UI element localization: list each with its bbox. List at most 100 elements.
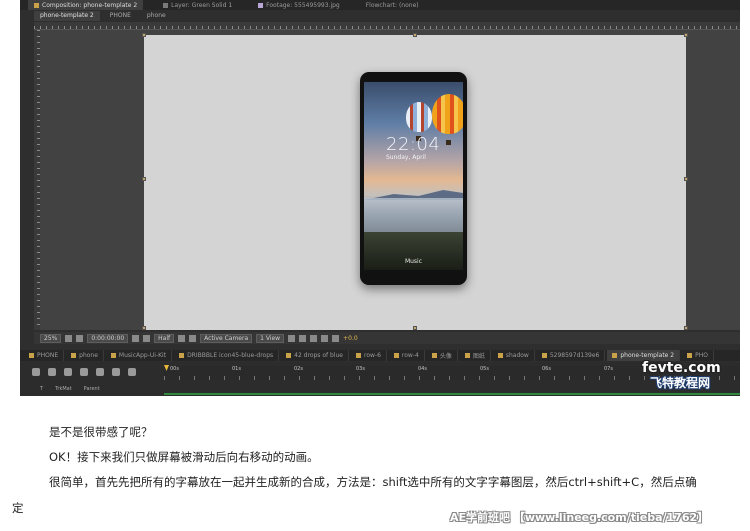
site-watermark: AE学前班吧 【www.lineeg.com/tieba/1762】	[450, 511, 709, 524]
search-icon[interactable]	[32, 368, 40, 376]
lock-screen-music-label: Music	[404, 258, 423, 265]
balloon-basket	[446, 140, 451, 145]
composition-icon	[687, 353, 693, 358]
view-layout-dropdown[interactable]: 1 View	[256, 333, 285, 343]
shy-layers-icon[interactable]	[80, 368, 88, 376]
toggle-pixel-aspect-icon[interactable]	[288, 334, 296, 342]
transform-handle[interactable]	[684, 33, 688, 37]
composition-icon	[356, 353, 361, 358]
transform-handle[interactable]	[142, 177, 146, 181]
zoom-dropdown[interactable]: 25%	[40, 333, 62, 343]
safe-margins-icon[interactable]	[65, 334, 73, 342]
camera-dropdown[interactable]: Active Camera	[200, 333, 253, 343]
lock-screen-time: 22:04	[386, 134, 441, 155]
composition-icon	[497, 353, 503, 358]
layer-panel-tab[interactable]: Layer: Green Solid 1	[157, 0, 238, 10]
timeline-tab[interactable]: shadow	[493, 350, 535, 361]
comp-tab-phone-template-2[interactable]: phone-template 2	[34, 11, 100, 21]
column-parent: Parent	[83, 386, 100, 392]
time-tick: 06s	[542, 366, 551, 372]
transparency-grid-icon[interactable]	[189, 334, 197, 342]
camera-snapshot-icon[interactable]	[132, 334, 140, 342]
draft-3d-icon[interactable]	[64, 368, 72, 376]
timecode-field[interactable]: 0:00:00:00	[87, 333, 129, 343]
timeline-tab[interactable]: PHONE	[24, 350, 65, 361]
phone-mockup: 22:04 Sunday, April Music	[360, 72, 467, 285]
composition-icon	[286, 353, 292, 358]
watermark-site-name: 飞特教程网	[650, 376, 711, 390]
time-tick: 04s	[418, 366, 427, 372]
composition-viewer[interactable]: 22:04 Sunday, April Music	[40, 30, 740, 330]
footage-panel-tab[interactable]: Footage: 555495993.jpg	[252, 0, 346, 10]
comp-tab-phone-caps[interactable]: PHONE	[104, 11, 137, 21]
timeline-icon[interactable]	[310, 334, 318, 342]
time-tick: 07s	[604, 366, 613, 372]
timeline-tools	[32, 368, 136, 376]
resolution-dropdown[interactable]: Half	[154, 333, 175, 343]
article-paragraph: 很简单，首先先把所有的字幕放在一起并生成新的合成，方法是：shift选中所有的文…	[49, 475, 697, 489]
article-paragraph: 定	[12, 501, 24, 515]
composition-icon	[612, 353, 618, 358]
balloon-big	[432, 94, 463, 134]
article-paragraph: OK！接下来我们只做屏幕被滑动后向右移动的动画。	[49, 450, 319, 464]
motion-blur-icon[interactable]	[112, 368, 120, 376]
composition-canvas[interactable]: 22:04 Sunday, April Music	[142, 33, 688, 330]
graph-editor-icon[interactable]	[128, 368, 136, 376]
footage-icon	[258, 2, 264, 8]
transform-handle[interactable]	[413, 33, 417, 37]
exposure-value[interactable]: +0.0	[343, 335, 358, 342]
composition-icon	[179, 353, 185, 358]
timeline-tab[interactable]: 图纸	[460, 350, 491, 361]
timeline-tab-bar: PHONE phone MusicApp-Ui-Kit DRIBBBLE ico…	[20, 350, 740, 361]
lock-screen-date: Sunday, April	[386, 154, 426, 161]
lock-icon	[34, 2, 39, 8]
transform-handle[interactable]	[142, 326, 146, 330]
panel-tab-bar: Composition: phone-template 2 Layer: Gre…	[20, 0, 740, 10]
transform-handle[interactable]	[684, 326, 688, 330]
time-tick: 00s	[170, 366, 179, 372]
time-tick: 02s	[294, 366, 303, 372]
transform-handle[interactable]	[684, 177, 688, 181]
horizontal-ruler	[34, 22, 740, 30]
composition-icon	[393, 353, 399, 358]
color-channel-icon[interactable]	[143, 334, 151, 342]
work-area-bar[interactable]	[164, 393, 740, 395]
time-tick: 01s	[232, 366, 241, 372]
column-t: T	[40, 386, 44, 392]
fast-previews-icon[interactable]	[299, 334, 307, 342]
composition-icon	[29, 353, 34, 358]
timeline-tab[interactable]: phone	[66, 350, 104, 361]
time-tick: 05s	[480, 366, 489, 372]
timeline-tab[interactable]: 头像	[427, 350, 458, 361]
layer-icon	[163, 2, 169, 8]
timeline-tab[interactable]: 42 drops of blue	[281, 350, 349, 361]
flowchart-icon[interactable]	[321, 334, 329, 342]
timeline-tab[interactable]: MusicApp-Ui-Kit	[106, 350, 173, 361]
timeline-tab[interactable]: 5298597d139e6	[537, 350, 606, 361]
composition-icon	[110, 353, 116, 358]
composition-mini-flowchart-icon[interactable]	[48, 368, 56, 376]
timeline-tab[interactable]: row-6	[351, 350, 387, 361]
composition-panel-tab[interactable]: Composition: phone-template 2	[28, 0, 144, 10]
grid-icon[interactable]	[76, 334, 84, 342]
timeline-tab[interactable]: DRIBBBLE icon45-blue-drops	[174, 350, 280, 361]
composition-breadcrumb: phone-template 2 PHONE phone	[20, 11, 740, 21]
exposure-icon[interactable]	[332, 334, 340, 342]
timeline-tab[interactable]: row-4	[389, 350, 425, 361]
timeline-panel: 00s 01s 02s 03s 04s 05s 06s 07s T TrkMat…	[20, 362, 740, 396]
composition-icon	[71, 353, 77, 358]
transform-handle[interactable]	[413, 326, 417, 330]
balloon-small	[406, 102, 432, 132]
composition-icon	[464, 353, 470, 358]
after-effects-screenshot: Composition: phone-template 2 Layer: Gre…	[20, 0, 740, 396]
transform-handle[interactable]	[142, 33, 146, 37]
column-trkmat: TrkMat	[55, 386, 72, 392]
frame-blending-icon[interactable]	[96, 368, 104, 376]
composition-icon	[541, 353, 547, 358]
composition-icon	[431, 353, 437, 358]
phone-lock-screen: 22:04 Sunday, April Music	[364, 82, 463, 270]
region-of-interest-icon[interactable]	[178, 334, 186, 342]
comp-tab-phone[interactable]: phone	[141, 11, 172, 21]
time-tick: 03s	[356, 366, 365, 372]
flowchart-panel-tab[interactable]: Flowchart: (none)	[360, 0, 425, 10]
